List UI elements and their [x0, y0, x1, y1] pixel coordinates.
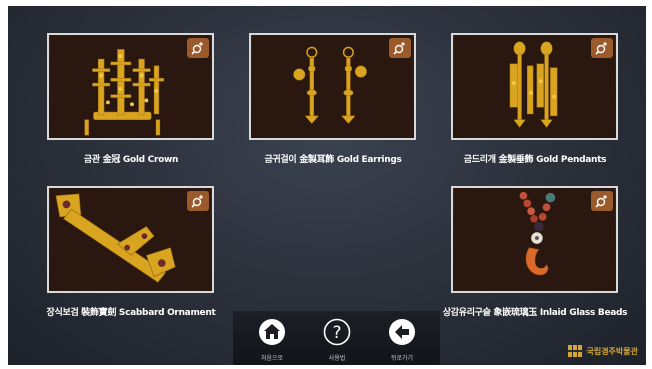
zoom-in-icon[interactable] [389, 38, 411, 58]
artifact-card-inlaid-glass-beads[interactable] [451, 186, 618, 293]
artifact-card-gold-pendants[interactable] [451, 33, 618, 140]
back-label: 뒤로가기 [390, 355, 414, 362]
back-arrow-icon [389, 319, 415, 345]
home-icon [259, 319, 285, 345]
artifact-card-scabbard-ornament[interactable] [47, 186, 214, 293]
bottom-nav-bar: 처음으로 ? 사용법 뒤로가기 [233, 311, 440, 365]
caption-gold-crown: 금관 金冠 Gold Crown [83, 155, 179, 165]
question-mark-icon: ? [323, 318, 351, 346]
artifact-card-gold-crown[interactable] [47, 33, 214, 140]
svg-text:?: ? [332, 323, 341, 343]
back-button[interactable]: 뒤로가기 [377, 318, 427, 362]
caption-scabbard-ornament: 장식보검 裝飾寶劍 Scabbard Ornament [46, 308, 216, 318]
zoom-in-icon[interactable] [591, 191, 613, 211]
artifact-card-gold-earrings[interactable] [249, 33, 416, 140]
museum-logo: 국립경주박물관 [568, 345, 638, 357]
zoom-in-icon[interactable] [187, 38, 209, 58]
museum-logo-text: 국립경주박물관 [586, 346, 638, 356]
help-button[interactable]: ? 사용법 [312, 318, 362, 362]
home-label: 처음으로 [260, 355, 284, 362]
home-button[interactable]: 처음으로 [247, 318, 297, 362]
caption-inlaid-glass-beads: 상감유리구슬 象嵌琉璃玉 Inlaid Glass Beads [442, 308, 628, 318]
caption-gold-earrings: 금귀걸이 金製耳飾 Gold Earrings [264, 155, 402, 165]
museum-logo-icon [568, 345, 583, 357]
app-screen: 금관 金冠 Gold Crown 금귀걸이 金製耳飾 Gold Earrings [8, 6, 646, 365]
zoom-in-icon[interactable] [187, 191, 209, 211]
zoom-in-icon[interactable] [591, 38, 613, 58]
caption-gold-pendants: 금드리개 金製垂飾 Gold Pendants [463, 155, 607, 165]
help-label: 사용법 [328, 355, 346, 362]
